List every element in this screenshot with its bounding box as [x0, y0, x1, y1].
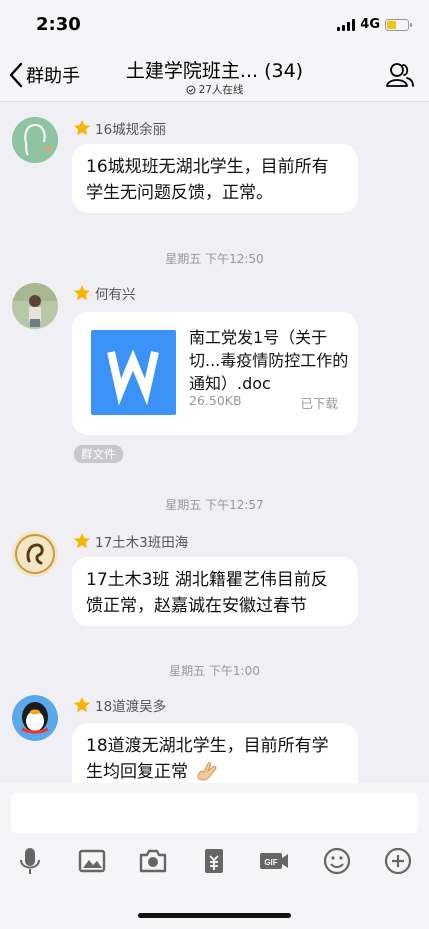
- online-count-text: 27人在线: [198, 84, 244, 96]
- file-message[interactable]: 南工党发1号（关于切...毒疫情防控工作的通知）.doc 26.50KB 已下载: [72, 312, 358, 435]
- file-size: 26.50KB: [189, 393, 242, 408]
- timestamp: 星期五 下午12:50: [165, 252, 264, 266]
- avatar[interactable]: [12, 695, 58, 741]
- sender-name: 17土木3班田海: [73, 531, 188, 551]
- microphone-icon[interactable]: [14, 845, 46, 877]
- message-input[interactable]: [11, 793, 418, 833]
- plus-icon[interactable]: [382, 845, 414, 877]
- message-bubble[interactable]: 18道渡无湖北学生，目前所有学生均回复正常: [72, 723, 358, 783]
- network-type: 4G: [360, 17, 380, 32]
- camera-icon[interactable]: [137, 845, 169, 877]
- battery-icon: [385, 18, 412, 31]
- svg-text:GIF: GIF: [264, 858, 277, 867]
- status-bar: 2:30 4G: [0, 0, 429, 48]
- avatar[interactable]: [12, 117, 58, 163]
- chat-title: 土建学院班主... (34): [125, 60, 304, 82]
- sender-name: 16城规余丽: [73, 118, 166, 138]
- status-time: 2:30: [36, 14, 81, 35]
- image-icon[interactable]: [76, 845, 108, 877]
- sender-name: 18道渡吴多: [73, 695, 166, 715]
- file-status: 已下载: [300, 396, 338, 411]
- star-icon: [74, 533, 90, 549]
- star-icon: [74, 285, 90, 301]
- message-bubble[interactable]: 17土木3班 湖北籍瞿艺伟目前反馈正常，赵嘉诚在安徽过春节: [72, 557, 358, 626]
- star-icon: [74, 697, 90, 713]
- emoji-icon[interactable]: [321, 845, 353, 877]
- status-indicators: 4G: [337, 17, 412, 32]
- avatar[interactable]: [12, 531, 58, 577]
- timestamp: 星期五 下午12:57: [165, 498, 264, 512]
- timestamp: 星期五 下午1:00: [169, 664, 260, 678]
- ok-hand-emoji-icon: [198, 762, 217, 781]
- input-area: GIF: [0, 783, 429, 929]
- red-packet-icon[interactable]: [198, 845, 230, 877]
- home-indicator: [138, 913, 291, 918]
- group-file-tag[interactable]: 群文件: [74, 445, 123, 463]
- avatar[interactable]: [12, 283, 58, 329]
- star-icon: [74, 120, 90, 136]
- sender-name: 何有兴: [73, 283, 136, 303]
- file-name: 南工党发1号（关于切...毒疫情防控工作的通知）.doc: [189, 328, 349, 393]
- online-count: 27人在线: [0, 82, 429, 97]
- online-status-icon: [186, 85, 196, 94]
- input-toolbar: GIF: [0, 845, 429, 881]
- group-members-icon[interactable]: [385, 60, 415, 90]
- gif-icon[interactable]: GIF: [258, 845, 290, 877]
- chat-messages[interactable]: 16城规余丽 16城规班无湖北学生，目前所有学生无问题反馈，正常。 星期五 下午…: [0, 103, 429, 783]
- message-bubble[interactable]: 16城规班无湖北学生，目前所有学生无问题反馈，正常。: [72, 144, 358, 213]
- signal-icon: [337, 18, 356, 31]
- word-doc-icon: [91, 330, 176, 415]
- nav-bar: 群助手 土建学院班主... (34) 27人在线: [0, 48, 429, 102]
